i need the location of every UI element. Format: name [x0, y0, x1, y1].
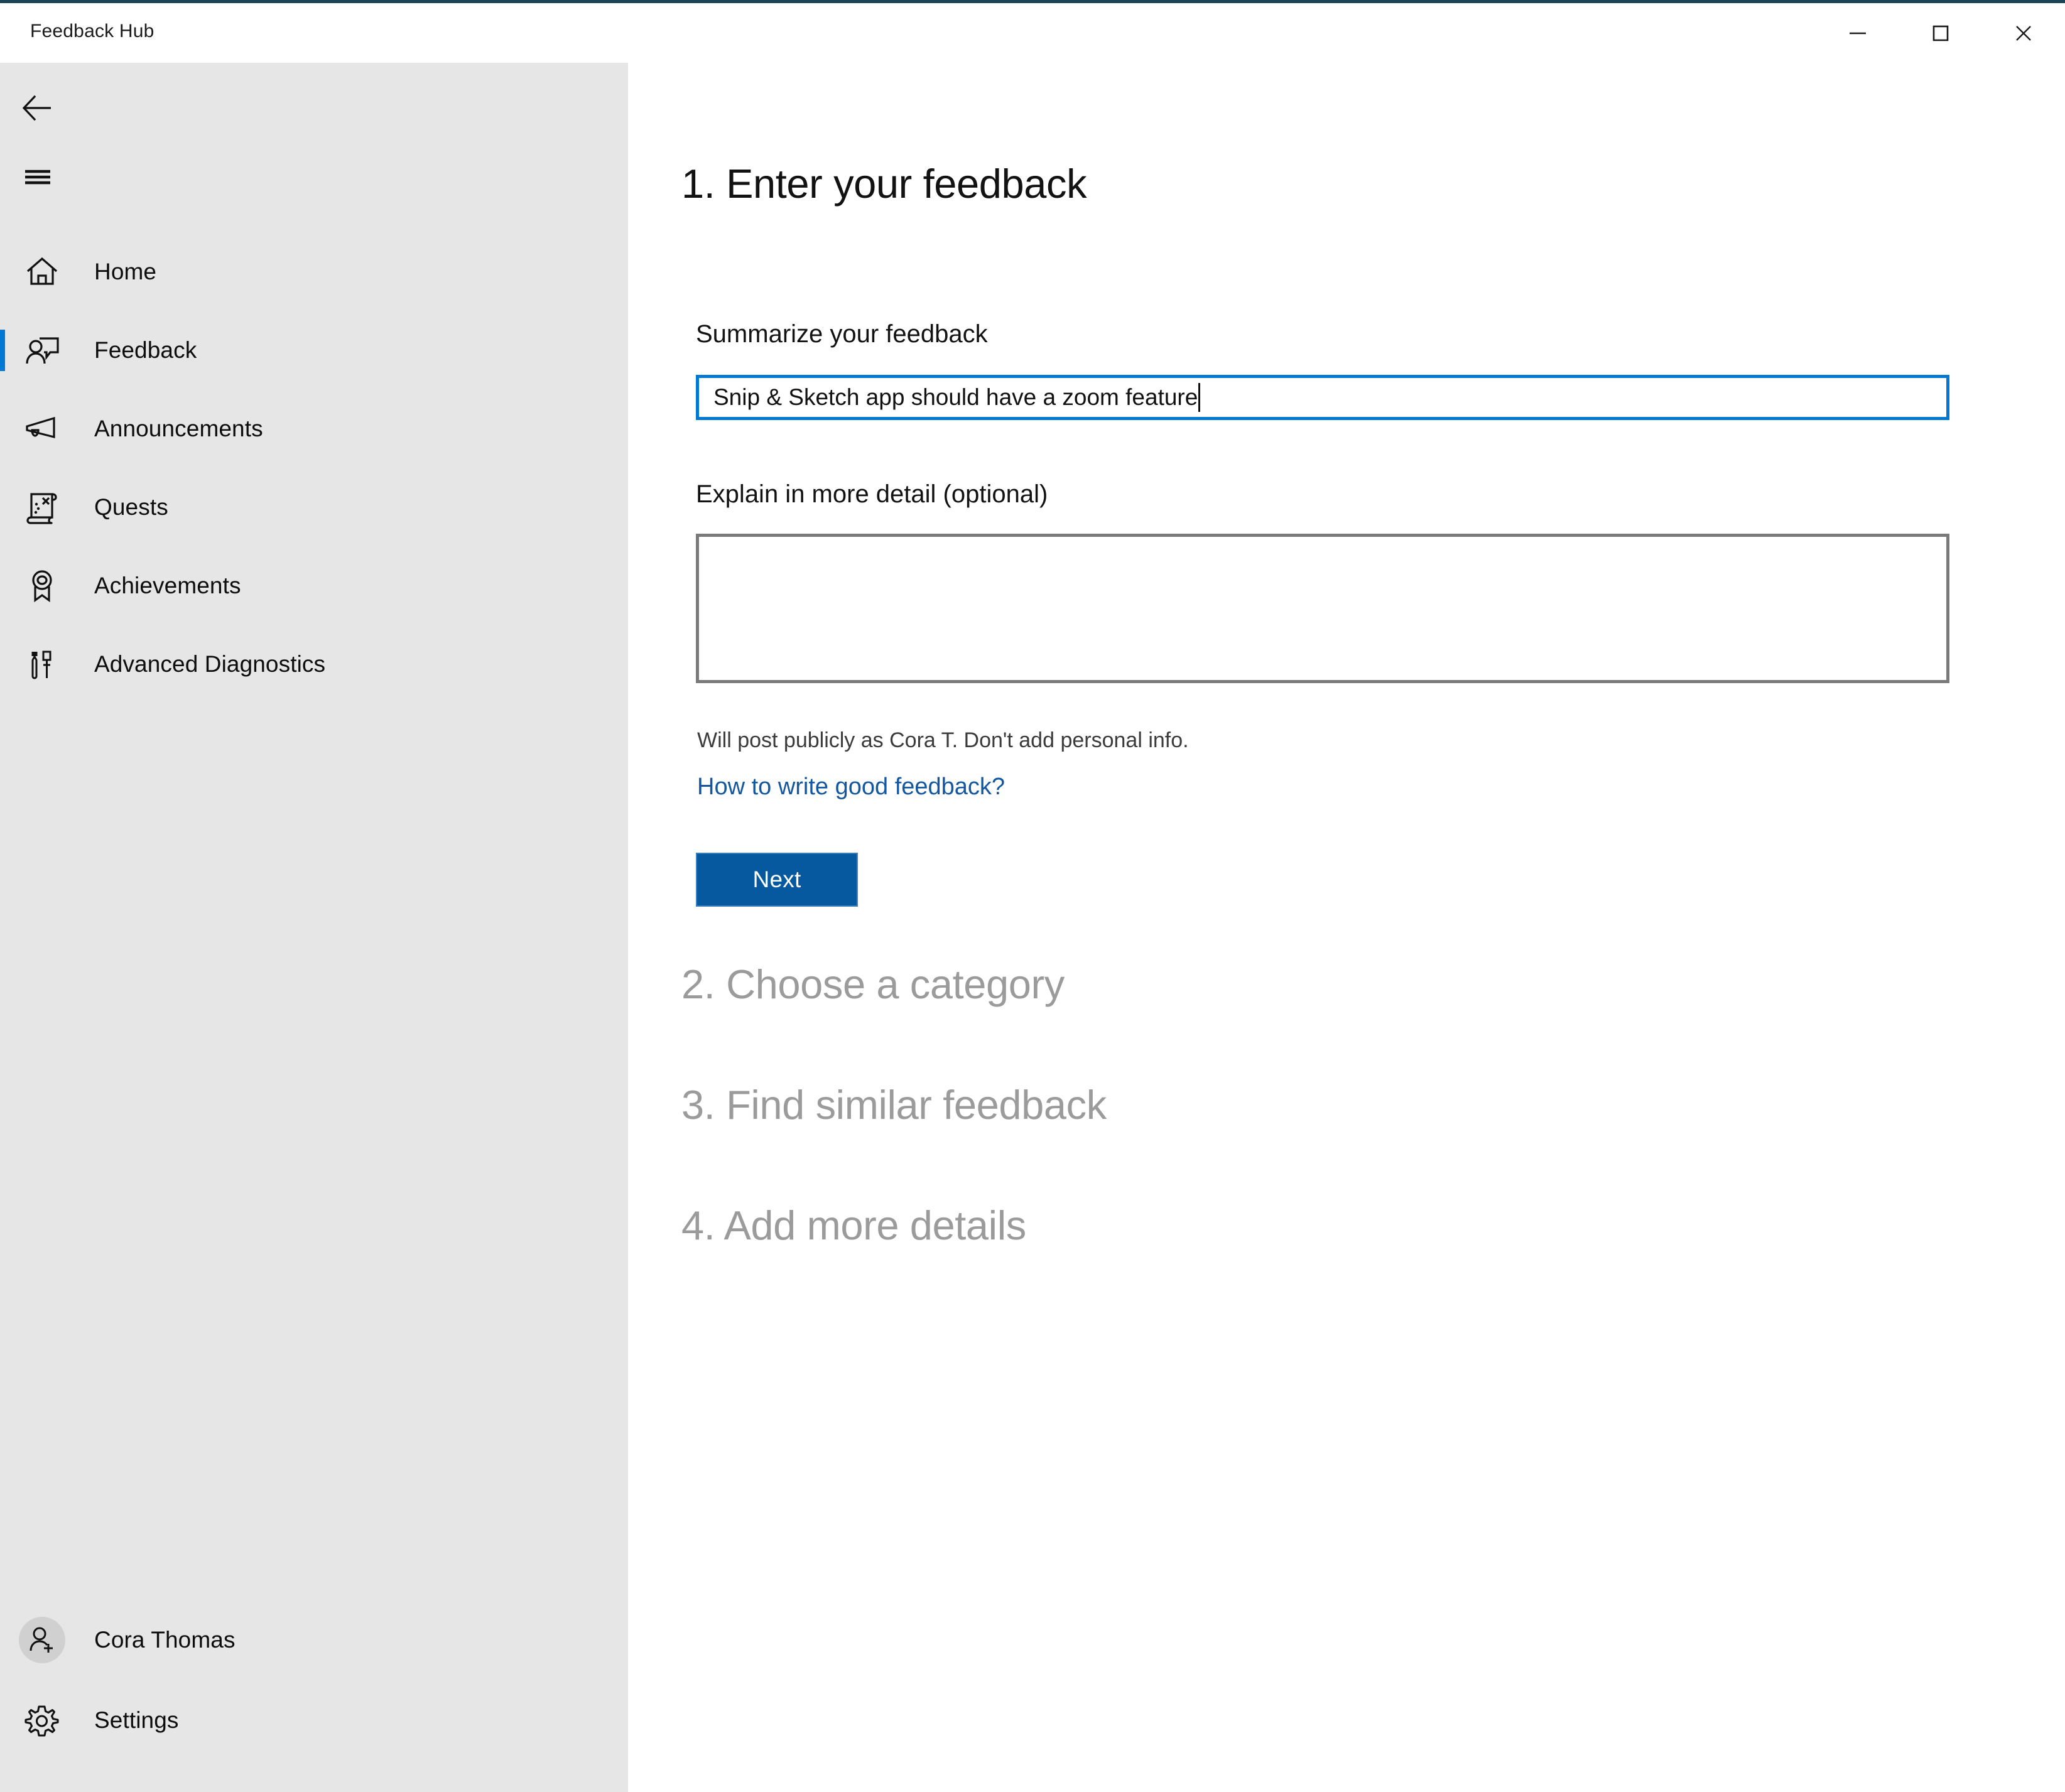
sidebar-item-label: Achievements: [94, 572, 241, 598]
next-button[interactable]: Next: [696, 853, 858, 907]
close-button[interactable]: [1982, 3, 2065, 63]
sidebar-item-label: Announcements: [94, 415, 263, 441]
hamburger-menu-button[interactable]: [6, 146, 69, 208]
home-icon: [19, 252, 65, 291]
sidebar-item-settings[interactable]: Settings: [0, 1681, 628, 1759]
account-name: Cora Thomas: [94, 1627, 236, 1653]
sidebar-nav-list: Home Feedback Announcements Quests Achie…: [0, 232, 628, 703]
maximize-icon: [1932, 25, 1949, 41]
sidebar-item-label: Quests: [94, 494, 168, 520]
summary-input[interactable]: Snip & Sketch app should have a zoom fea…: [696, 375, 1949, 420]
megaphone-icon: [19, 409, 65, 448]
step3-heading[interactable]: 3. Find similar feedback: [681, 1081, 1107, 1128]
step4-heading[interactable]: 4. Add more details: [681, 1202, 1026, 1249]
sidebar-item-label: Advanced Diagnostics: [94, 650, 326, 677]
text-caret: [1198, 383, 1201, 412]
avatar: [19, 1617, 65, 1663]
settings-label: Settings: [94, 1707, 179, 1733]
selection-indicator: [0, 330, 5, 371]
hamburger-icon: [25, 170, 50, 185]
account-item[interactable]: Cora Thomas: [0, 1599, 628, 1681]
detail-textarea[interactable]: [696, 534, 1949, 683]
app-title: Feedback Hub: [30, 21, 154, 41]
sidebar-item-advanced-diagnostics[interactable]: Advanced Diagnostics: [0, 625, 628, 703]
detail-label: Explain in more detail (optional): [696, 480, 1048, 508]
how-to-write-good-feedback-link[interactable]: How to write good feedback?: [697, 774, 1005, 801]
step1-heading: 1. Enter your feedback: [681, 161, 1087, 207]
tools-icon: [19, 645, 65, 684]
sidebar-bottom: Cora Thomas Settings: [0, 1599, 628, 1759]
next-button-label: Next: [752, 866, 801, 892]
sidebar-item-feedback[interactable]: Feedback: [0, 311, 628, 389]
sidebar-item-quests[interactable]: Quests: [0, 468, 628, 546]
step2-heading[interactable]: 2. Choose a category: [681, 961, 1065, 1008]
sidebar-item-label: Feedback: [94, 337, 197, 363]
gear-icon: [19, 1701, 65, 1740]
sidebar: Home Feedback Announcements Quests Achie…: [0, 63, 628, 1792]
privacy-note: Will post publicly as Cora T. Don't add …: [697, 728, 1189, 752]
sidebar-item-announcements[interactable]: Announcements: [0, 389, 628, 468]
minimize-button[interactable]: [1816, 3, 1899, 63]
person-add-icon: [30, 1627, 53, 1653]
main-content: 1. Enter your feedback Summarize your fe…: [628, 63, 2065, 1792]
sidebar-top-controls: [0, 63, 628, 208]
window-controls: [1816, 3, 2065, 63]
minimize-icon: [1850, 32, 1866, 34]
back-button[interactable]: [6, 77, 69, 139]
sidebar-item-home[interactable]: Home: [0, 232, 628, 311]
summary-label: Summarize your feedback: [696, 320, 988, 348]
back-arrow-icon: [22, 95, 51, 121]
title-bar: Feedback Hub: [0, 3, 2065, 63]
close-icon: [2016, 25, 2031, 41]
award-ribbon-icon: [19, 566, 65, 605]
scroll-map-icon: [19, 488, 65, 527]
feedback-icon: [19, 331, 65, 370]
summary-input-value: Snip & Sketch app should have a zoom fea…: [713, 384, 1198, 410]
sidebar-item-achievements[interactable]: Achievements: [0, 546, 628, 625]
sidebar-item-label: Home: [94, 258, 157, 284]
maximize-button[interactable]: [1899, 3, 1982, 63]
